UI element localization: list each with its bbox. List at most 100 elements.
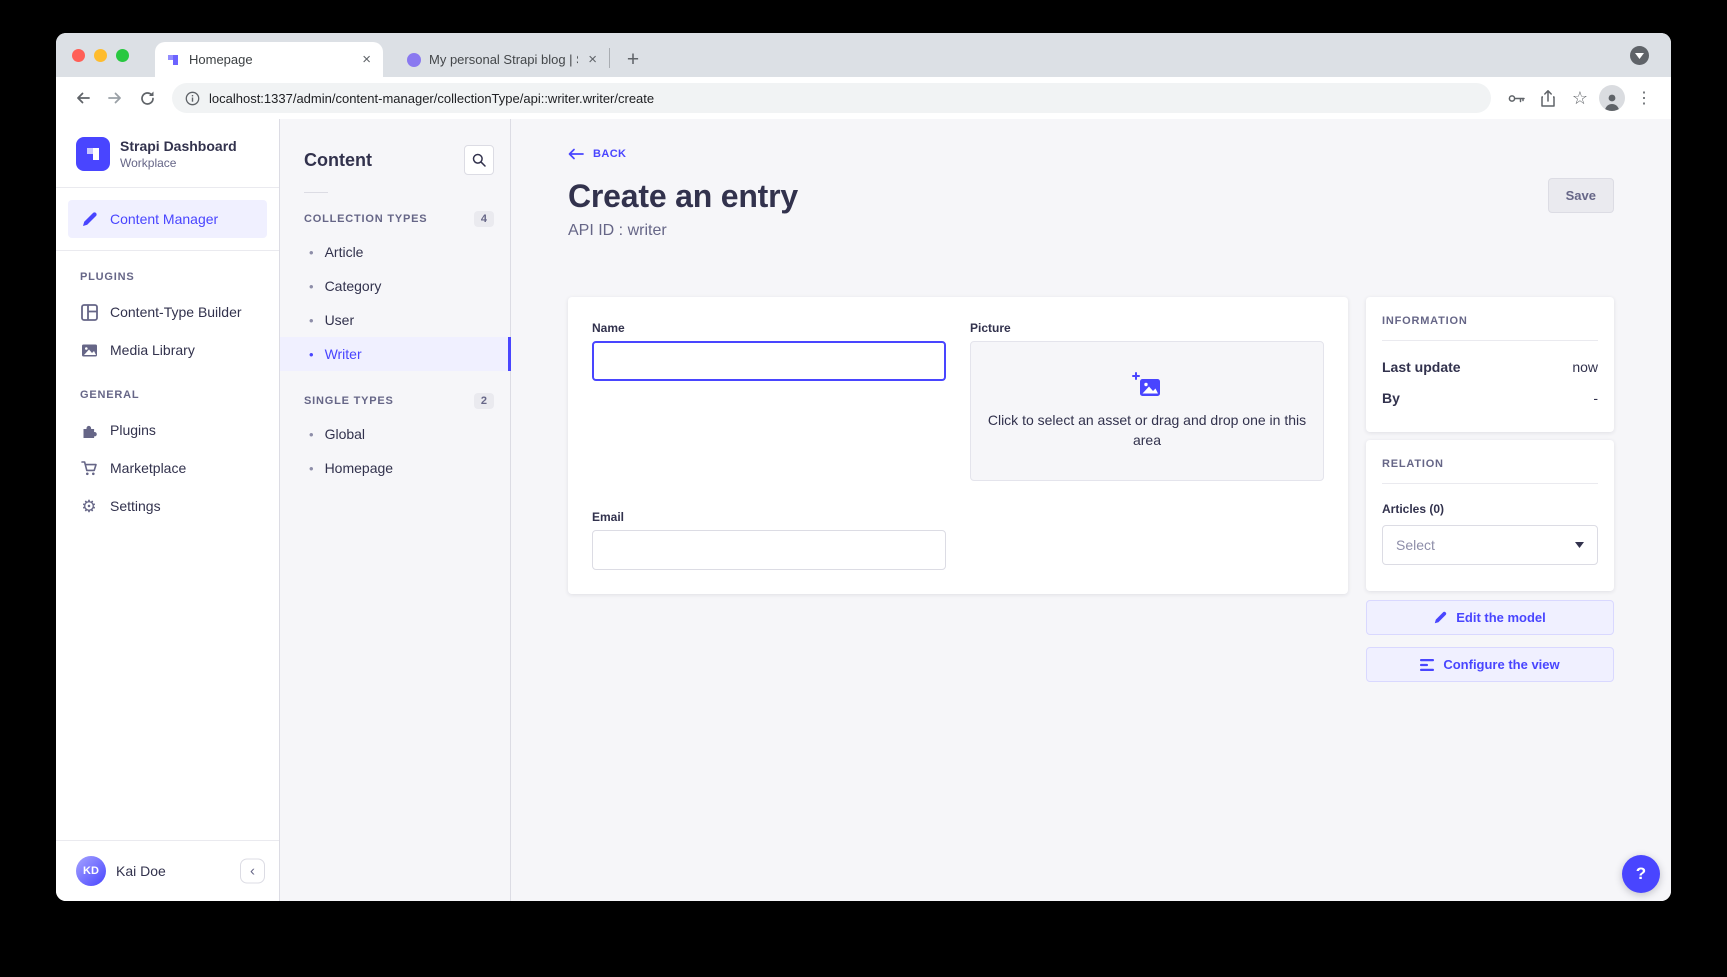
tab-homepage[interactable]: Homepage ×	[155, 42, 383, 77]
back-label: BACK	[593, 148, 626, 160]
edit-model-button[interactable]: Edit the model	[1366, 600, 1614, 635]
browser-window: Homepage × My personal Strapi blog | Str…	[56, 33, 1671, 901]
minimize-window-button[interactable]	[94, 49, 107, 62]
picture-field: Picture Click to select an asset or drag…	[970, 321, 1324, 481]
subnav-item-user[interactable]: • User	[280, 303, 510, 337]
reload-button[interactable]	[132, 83, 162, 113]
sidebar-item-marketplace[interactable]: Marketplace	[56, 449, 279, 487]
group-label: COLLECTION TYPES	[304, 213, 427, 225]
group-header[interactable]: COLLECTION TYPES 4	[280, 203, 510, 235]
chevron-down-icon	[1635, 53, 1644, 59]
pencil-icon	[1434, 611, 1447, 624]
add-image-icon	[1132, 372, 1162, 398]
bullet-icon: •	[309, 462, 314, 475]
subnav-item-homepage[interactable]: • Homepage	[280, 451, 510, 485]
sidebar-item-label: Settings	[110, 498, 161, 514]
info-row-by: By -	[1382, 390, 1598, 406]
information-card: INFORMATION Last update now By -	[1366, 297, 1614, 432]
close-window-button[interactable]	[72, 49, 85, 62]
tab-close-icon[interactable]: ×	[360, 50, 373, 69]
sidebar-section-general: GENERAL	[56, 369, 279, 411]
configure-view-button[interactable]: Configure the view	[1366, 647, 1614, 682]
sidebar-item-label: Media Library	[110, 342, 195, 358]
brand-text: Strapi Dashboard Workplace	[120, 138, 237, 170]
picture-dropzone[interactable]: Click to select an asset or drag and dro…	[970, 341, 1324, 481]
api-id-subtitle: API ID : writer	[568, 222, 1614, 240]
email-label: Email	[592, 510, 946, 524]
articles-select[interactable]: Select	[1382, 525, 1598, 565]
key-icon	[1507, 89, 1526, 108]
subnav-item-writer[interactable]: • Writer	[280, 337, 510, 371]
tab-separator	[609, 48, 610, 68]
page-title: Create an entry	[568, 178, 798, 215]
search-icon	[472, 153, 486, 167]
sidebar-item-content-manager[interactable]: Content Manager	[68, 200, 267, 238]
sidebar-item-label: Plugins	[110, 422, 156, 438]
configure-view-label: Configure the view	[1443, 657, 1559, 672]
subnav-divider	[304, 192, 328, 193]
info-row-last-update: Last update now	[1382, 359, 1598, 375]
sidebar-item-content-type-builder[interactable]: Content-Type Builder	[56, 293, 279, 331]
cart-icon	[80, 459, 98, 477]
information-title: INFORMATION	[1382, 315, 1598, 327]
forward-button[interactable]	[100, 83, 130, 113]
share-button[interactable]	[1533, 83, 1563, 113]
password-key-button[interactable]	[1501, 83, 1531, 113]
card-divider	[1382, 340, 1598, 341]
browser-profile-avatar[interactable]	[1599, 85, 1625, 111]
relation-card: RELATION Articles (0) Select	[1366, 440, 1614, 591]
subnav-item-category[interactable]: • Category	[280, 269, 510, 303]
bullet-icon: •	[309, 280, 314, 293]
sidebar-item-settings[interactable]: ⚙ Settings	[56, 487, 279, 525]
tab-strapi-blog[interactable]: My personal Strapi blog | Strap ×	[397, 42, 609, 77]
help-button[interactable]: ?	[1622, 855, 1660, 893]
url-text: localhost:1337/admin/content-manager/col…	[209, 91, 654, 106]
tab-strip: Homepage × My personal Strapi blog | Str…	[56, 33, 1671, 77]
sidebar-item-label: Content-Type Builder	[110, 304, 242, 320]
main-sidebar: Strapi Dashboard Workplace Content Manag…	[56, 119, 280, 901]
content-row: Name Picture	[568, 297, 1614, 682]
email-field: Email	[592, 510, 946, 570]
back-link[interactable]: BACK	[568, 148, 626, 160]
content-subnav: Content COLLECTION TYPES 4 • Article	[280, 119, 511, 901]
new-tab-button[interactable]: +	[618, 45, 648, 75]
subnav-item-label: Writer	[325, 346, 362, 362]
user-name: Kai Doe	[116, 863, 166, 879]
info-value: -	[1593, 390, 1598, 406]
forward-arrow-icon	[106, 89, 124, 107]
picture-label: Picture	[970, 321, 1324, 335]
url-bar[interactable]: localhost:1337/admin/content-manager/col…	[172, 83, 1491, 113]
subnav-item-global[interactable]: • Global	[280, 417, 510, 451]
share-icon	[1539, 89, 1557, 108]
bullet-icon: •	[309, 428, 314, 441]
sidebar-item-label: Marketplace	[110, 460, 186, 476]
subnav-item-label: Homepage	[325, 460, 394, 476]
zoom-window-button[interactable]	[116, 49, 129, 62]
name-input[interactable]	[592, 341, 946, 381]
bookmark-star-button[interactable]: ☆	[1565, 83, 1595, 113]
back-button[interactable]	[68, 83, 98, 113]
tab-search-button[interactable]	[1630, 46, 1649, 65]
sidebar-item-label: Content Manager	[110, 211, 218, 227]
caret-down-icon	[1575, 542, 1584, 548]
bullet-icon: •	[309, 246, 314, 259]
save-button[interactable]: Save	[1548, 178, 1614, 213]
search-button[interactable]	[464, 145, 494, 175]
sidebar-item-media-library[interactable]: Media Library	[56, 331, 279, 369]
bullet-icon: •	[309, 348, 314, 361]
person-icon	[1602, 91, 1622, 111]
browser-menu-button[interactable]: ⋮	[1629, 83, 1659, 113]
gear-icon: ⚙	[80, 497, 98, 515]
group-header[interactable]: SINGLE TYPES 2	[280, 385, 510, 417]
bullet-icon: •	[309, 314, 314, 327]
tab-close-icon[interactable]: ×	[586, 50, 599, 69]
brand[interactable]: Strapi Dashboard Workplace	[56, 119, 279, 188]
sidebar-item-plugins[interactable]: Plugins	[56, 411, 279, 449]
tab-title: Homepage	[189, 52, 352, 67]
collapse-sidebar-button[interactable]: ‹	[240, 859, 265, 884]
brand-subtitle: Workplace	[120, 156, 237, 170]
subnav-item-article[interactable]: • Article	[280, 235, 510, 269]
avatar: KD	[76, 856, 106, 886]
email-input[interactable]	[592, 530, 946, 570]
subnav-title: Content	[304, 150, 372, 171]
